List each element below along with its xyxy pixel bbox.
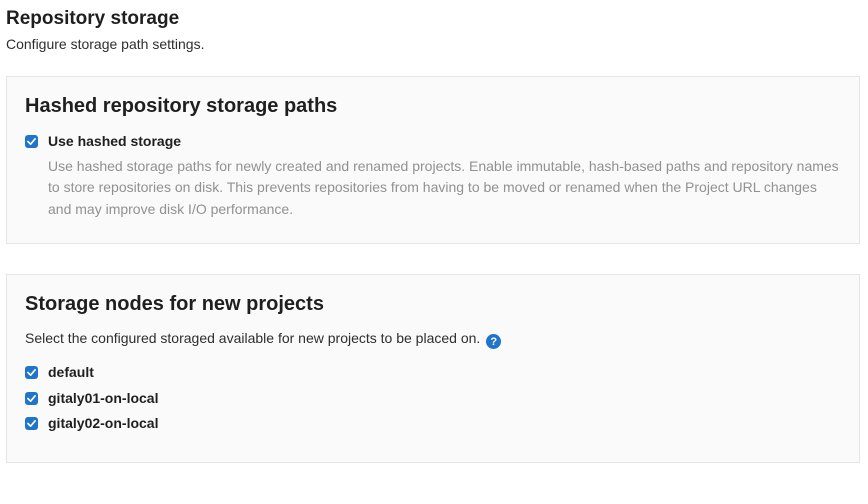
page-title: Repository storage (6, 8, 860, 30)
storage-node-checkbox[interactable] (25, 392, 38, 405)
storage-node-row: default (25, 363, 841, 383)
nodes-panel-description-text: Select the configured storaged available… (25, 330, 480, 346)
page-subtitle: Configure storage path settings. (6, 36, 860, 52)
storage-node-checkbox[interactable] (25, 366, 38, 379)
hashed-storage-panel: Hashed repository storage paths Use hash… (6, 76, 860, 244)
storage-node-row: gitaly02-on-local (25, 414, 841, 434)
use-hashed-storage-checkbox[interactable] (25, 135, 38, 148)
check-icon (27, 137, 36, 146)
nodes-panel-description: Select the configured storaged available… (25, 330, 841, 350)
storage-node-checkbox[interactable] (25, 417, 38, 430)
use-hashed-storage-help: Use hashed storage paths for newly creat… (48, 156, 841, 221)
storage-node-label: default (48, 363, 94, 383)
check-icon (27, 419, 36, 428)
use-hashed-storage-row: Use hashed storage (25, 132, 841, 152)
storage-nodes-panel: Storage nodes for new projects Select th… (6, 274, 860, 463)
check-icon (27, 394, 36, 403)
nodes-panel-title: Storage nodes for new projects (25, 293, 841, 316)
hashed-panel-title: Hashed repository storage paths (25, 95, 841, 118)
storage-nodes-list: default gitaly01-on-local gitaly02-on-lo… (25, 363, 841, 434)
use-hashed-storage-label: Use hashed storage (48, 132, 181, 152)
help-icon[interactable]: ? (486, 334, 501, 349)
storage-node-label: gitaly01-on-local (48, 389, 158, 409)
storage-node-row: gitaly01-on-local (25, 389, 841, 409)
check-icon (27, 368, 36, 377)
storage-node-label: gitaly02-on-local (48, 414, 158, 434)
